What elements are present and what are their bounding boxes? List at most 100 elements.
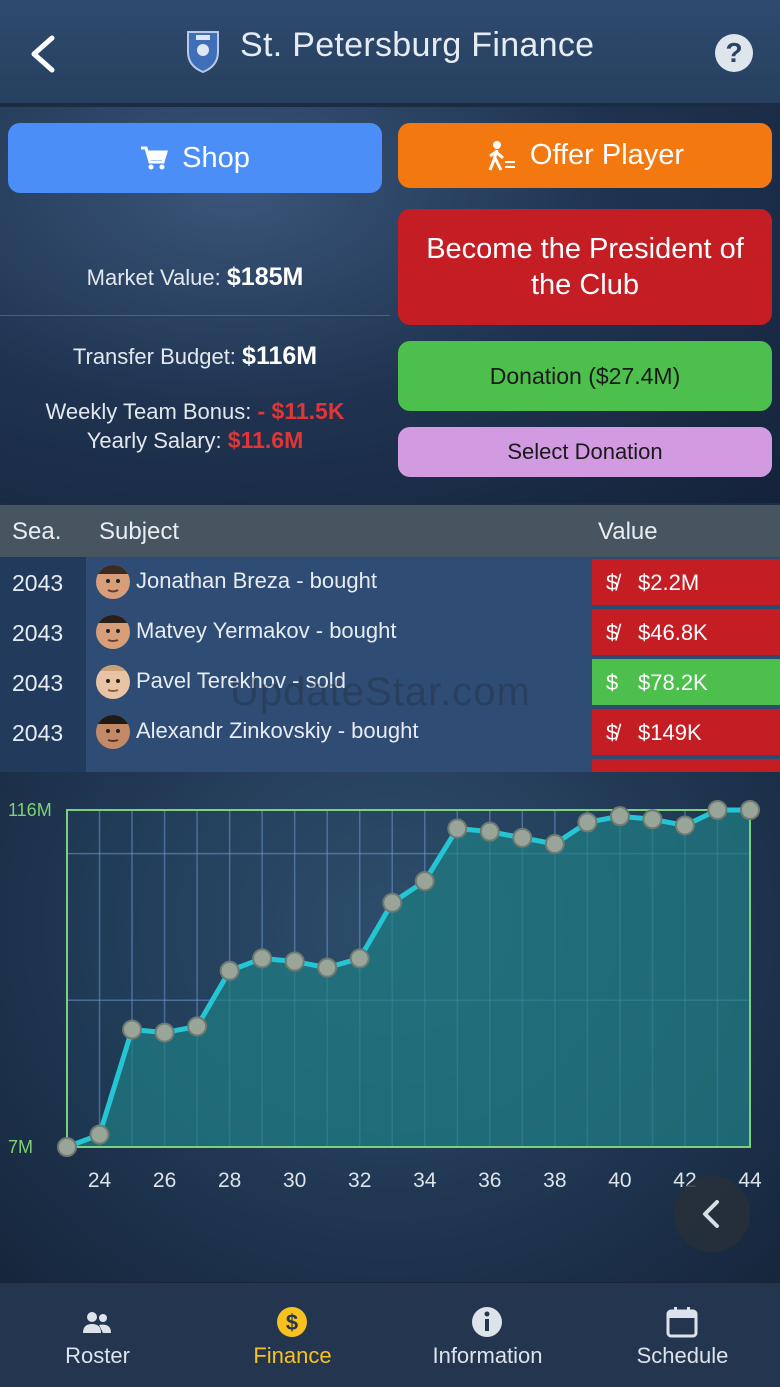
dollar-crossed-icon: $̸ (606, 620, 619, 645)
data-point (57, 1137, 77, 1157)
y-tick-label: 7M (8, 1137, 33, 1157)
data-point (609, 806, 630, 827)
weekly-team-bonus: Weekly Team Bonus: - $11.5K (45, 398, 345, 424)
data-point (447, 818, 468, 839)
offer-player-button[interactable]: Offer Player (398, 123, 772, 188)
info-icon (472, 1307, 502, 1337)
season-column-header: Sea. (12, 518, 62, 545)
svg-text:$: $ (286, 1310, 298, 1335)
avatar (96, 665, 130, 699)
subject-cell: Matvey Yermakov - bought (86, 607, 592, 657)
x-tick-label: 28 (218, 1169, 241, 1192)
shop-button[interactable]: Shop (8, 123, 382, 193)
chevron-left-icon (703, 1200, 719, 1228)
nav-schedule[interactable]: Schedule (585, 1283, 780, 1387)
data-point (284, 951, 305, 972)
subject-column-header: Subject (99, 518, 180, 545)
data-point (414, 871, 435, 892)
finance-summary-panel: Shop Offer Player Become the President o… (0, 107, 780, 503)
data-point (707, 800, 728, 820)
offer-player-label: Offer Player (529, 139, 685, 171)
x-tick-label: 30 (283, 1169, 306, 1192)
data-point (219, 960, 240, 981)
data-point (349, 948, 370, 969)
avatar (96, 715, 130, 749)
budget-chart-panel: 116M 7M 24 26 28 30 32 34 36 38 40 42 44 (0, 772, 780, 1282)
x-tick-label: 26 (153, 1169, 176, 1192)
market-value: Market Value: $185M (86, 263, 304, 291)
table-row[interactable] (0, 757, 780, 772)
bottom-nav: Roster $ Finance Information Schedule (0, 1282, 780, 1387)
calendar-icon (666, 1307, 698, 1338)
season-cell: 2043 (0, 607, 86, 657)
market-value-amount: $185M (226, 263, 304, 291)
weekly-bonus-amount: - $11.5K (257, 398, 345, 424)
x-tick-label: 40 (608, 1169, 631, 1192)
season-cell: 2043 (0, 707, 86, 757)
data-point (544, 834, 565, 855)
season-cell: 2043 (0, 657, 86, 707)
users-icon (83, 1312, 111, 1333)
data-point (122, 1019, 143, 1040)
nav-finance[interactable]: $ Finance (195, 1283, 390, 1387)
data-point (187, 1016, 208, 1037)
shop-label: Shop (182, 141, 250, 174)
x-tick-label: 38 (543, 1169, 566, 1192)
value-cell: $̸ $149K (592, 709, 780, 755)
transfer-budget: Transfer Budget: $116M (72, 342, 318, 370)
page-title: St. Petersburg Finance (240, 26, 595, 64)
data-point (252, 948, 273, 969)
table-row[interactable]: 2043 Jonathan Breza - bought $̸ $2.2M (0, 557, 780, 607)
avatar (96, 565, 130, 599)
player-icon (486, 140, 516, 172)
data-point (577, 812, 598, 833)
value-column-header: Value (598, 518, 658, 545)
data-point (317, 957, 338, 978)
transactions-table-header: Sea. Subject Value (0, 505, 780, 557)
dollar-crossed-icon: $̸ (606, 570, 619, 595)
y-tick-label: 116M (8, 800, 52, 820)
value-cell: $ $78.2K (592, 659, 780, 705)
transactions-list[interactable]: 2043 Jonathan Breza - bought $̸ $2.2M 20… (0, 557, 780, 772)
season-cell: 2043 (0, 557, 86, 607)
collapse-chart-button[interactable] (674, 1176, 750, 1252)
data-point (740, 800, 760, 820)
nav-information[interactable]: Information (390, 1283, 585, 1387)
chevron-left-icon (31, 35, 55, 73)
donation-button[interactable]: Donation ($27.4M) (398, 341, 772, 411)
table-row[interactable]: 2043 Matvey Yermakov - bought $̸ $46.8K (0, 607, 780, 657)
help-button[interactable]: ? (715, 34, 753, 72)
value-cell: $̸ $2.2M (592, 559, 780, 605)
cart-icon (140, 145, 169, 171)
dollar-crossed-icon: $̸ (606, 720, 619, 745)
yearly-salary: Yearly Salary: $11.6M (86, 427, 304, 453)
club-crest-icon (184, 28, 222, 74)
watermark: UpdateStar.com (230, 670, 531, 714)
data-point (512, 827, 533, 848)
nav-roster[interactable]: Roster (0, 1283, 195, 1387)
select-donation-button[interactable]: Select Donation (398, 427, 772, 477)
data-point (479, 821, 500, 842)
become-president-button[interactable]: Become the President of the Club (398, 209, 772, 325)
dollar-icon: $ (606, 670, 619, 695)
x-tick-label: 34 (413, 1169, 437, 1192)
subject-cell: Jonathan Breza - bought (86, 557, 592, 607)
x-tick-label: 24 (88, 1169, 112, 1192)
data-point (89, 1124, 110, 1145)
budget-chart: 116M7M24 26 28 30 32 34 36 38 40 42 44 (8, 800, 762, 1192)
divider (0, 315, 390, 316)
x-tick-label: 44 (738, 1169, 762, 1192)
x-tick-label: 32 (348, 1169, 371, 1192)
transfer-budget-amount: $116M (242, 342, 318, 370)
back-button[interactable] (26, 28, 66, 78)
data-point (382, 892, 403, 913)
dollar-icon: $ (277, 1307, 307, 1337)
data-point (642, 809, 663, 830)
x-tick-label: 36 (478, 1169, 501, 1192)
data-point (674, 815, 695, 836)
data-point (154, 1022, 175, 1043)
header: St. Petersburg Finance ? (0, 0, 780, 105)
value-cell: $̸ $46.8K (592, 609, 780, 655)
avatar (96, 615, 130, 649)
yearly-salary-amount: $11.6M (227, 427, 304, 453)
